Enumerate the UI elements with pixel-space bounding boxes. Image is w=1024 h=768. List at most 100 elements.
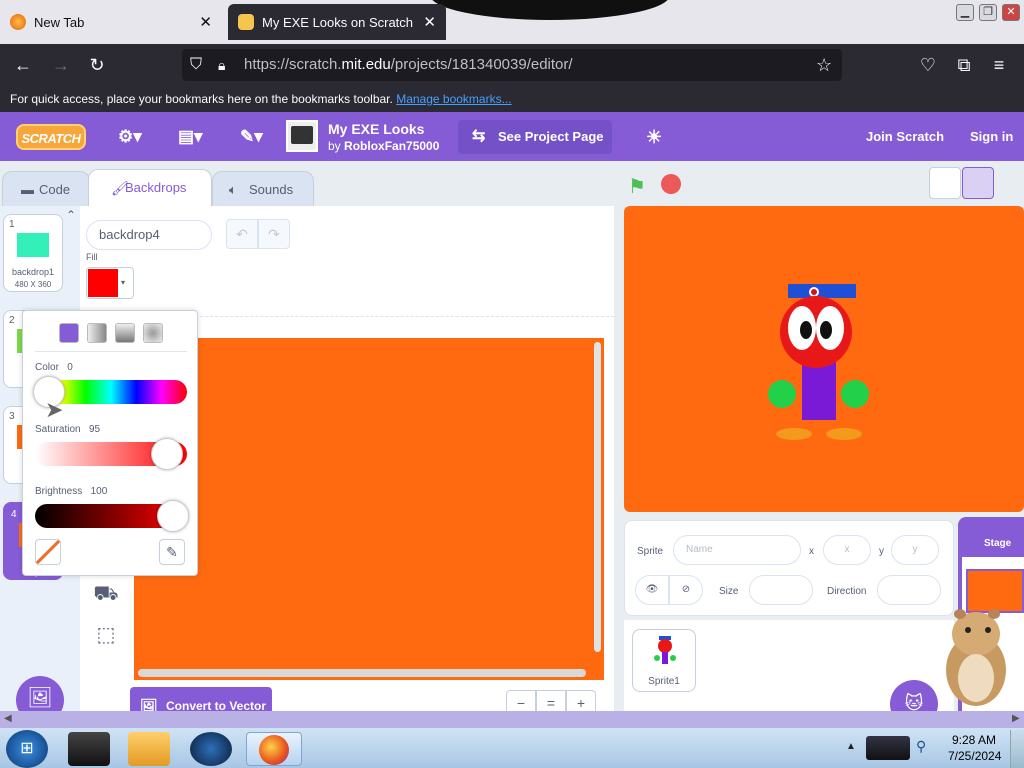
paint-canvas[interactable] [134,338,604,680]
brightness-slider-handle[interactable] [157,500,189,532]
size-input[interactable] [749,575,813,605]
sprite-left-hand [768,380,796,408]
project-thumbnail [286,120,318,152]
lightbulb-icon[interactable]: ☀ [646,124,662,150]
saturation-slider-handle[interactable] [151,438,183,470]
back-icon[interactable]: ← [10,52,36,78]
tab-title: My EXE Looks on Scratch [262,14,414,30]
green-flag-icon[interactable]: ⚑ [628,174,646,199]
x-label: x [809,546,814,557]
tab-scratch-project[interactable]: My EXE Looks on Scratch ✕ [228,4,446,40]
lock-icon[interactable]: 🔒︎ [218,49,225,81]
saturation-value: 95 [88,424,101,435]
url-domain: mit.edu [341,56,391,73]
undo-button[interactable]: ↶ [226,219,258,249]
address-bar[interactable]: ⛉ 🔒︎ https://scratch.mit.edu/projects/18… [182,49,842,81]
taskbar-app-globe[interactable] [190,732,232,766]
restore-button[interactable]: ❐ [979,4,997,21]
picker-divider [35,351,187,352]
sprite-name-input[interactable]: Name [673,535,801,565]
fill-type-solid[interactable] [59,323,79,343]
show-hidden-icons[interactable]: ▲ [846,741,856,752]
stop-icon[interactable] [661,174,681,194]
normal-stage-button[interactable] [962,167,994,199]
show-sprite-eye-icon[interactable]: 👁︎ [635,575,669,605]
saturation-label: Saturation [35,424,81,435]
edit-menu-icon[interactable]: ✎▾ [240,124,263,150]
bookmark-star-icon[interactable]: ☆ [816,49,832,81]
saturation-label-row: Saturation 95 [35,424,100,435]
sprite-tile[interactable]: Sprite1 [632,629,696,692]
minimize-button[interactable]: ▁ [956,4,974,21]
firefox-icon [259,735,289,765]
sprite-label: Sprite [637,546,664,557]
tab-code[interactable]: ▬ Code [2,171,90,207]
canvas-horizontal-scrollbar[interactable] [138,669,586,677]
project-title[interactable]: My EXE Looks [328,121,424,137]
join-scratch-link[interactable]: Join Scratch [866,129,944,144]
sprite-hat [788,284,856,298]
paintbrush-icon: 🖌︎ [111,180,129,196]
canvas-vertical-scrollbar[interactable] [594,342,601,652]
costume-name-input[interactable]: backdrop4 [86,220,212,250]
tab-backdrops[interactable]: 🖌︎ Backdrops [88,169,212,207]
tab-new-tab[interactable]: New Tab ✕ [0,4,222,40]
scroll-right-icon[interactable]: ▶ [1012,713,1020,724]
eyedropper-icon[interactable]: ✎ [159,539,185,565]
scroll-up-icon[interactable]: ⌃ [66,208,76,222]
color-label-row: Color 0 [35,362,73,373]
scratch-logo[interactable]: SCRATCH [16,124,86,150]
stage-panel-title: Stage [984,538,1012,549]
taskbar-app-media-player[interactable] [128,732,170,766]
backdrop-item[interactable]: 1 backdrop1 480 X 360 [3,214,63,292]
author-name[interactable]: RobloxFan75000 [344,139,439,153]
tab-sounds[interactable]: 🔈︎ Sounds [212,171,314,207]
page-horizontal-scrollbar[interactable]: ◀ ▶ [0,711,1024,728]
fill-type-vertical-gradient[interactable] [115,323,135,343]
x-input[interactable]: x [823,535,871,565]
taskbar-app-firefox[interactable] [246,732,302,766]
sign-in-link[interactable]: Sign in [970,129,1013,144]
select-tool-icon[interactable]: ⬚ [92,622,120,650]
fill-color-dropdown[interactable]: ▾ [86,267,134,299]
y-input[interactable]: y [891,535,939,565]
scroll-left-icon[interactable]: ◀ [4,713,12,724]
see-project-page-button[interactable]: ⇆ See Project Page [458,120,612,154]
tracking-shield-icon[interactable]: ⛉ [190,49,202,81]
extensions-icon[interactable]: ⧉ [951,52,977,78]
fill-type-radial-gradient[interactable] [143,323,163,343]
speaker-icon: 🔈︎ [229,182,237,197]
close-window-button[interactable]: ✕ [1002,4,1020,21]
sprite-thumbnail [654,636,676,664]
pocket-icon[interactable]: ♡ [915,52,941,78]
sprite-right-hand [841,380,869,408]
no-color-swatch[interactable] [35,539,61,565]
network-icon[interactable]: ⚲ [916,738,926,755]
show-desktop-button[interactable] [1010,730,1024,768]
color-label: Color [35,362,59,373]
system-clock[interactable]: 9:28 AM 7/25/2024 [948,732,1001,764]
tab-sounds-label: Sounds [249,182,294,197]
url-prefix: https://scratch. [244,56,342,73]
taskbar-app-terminal[interactable] [68,732,110,766]
scratch-menubar: SCRATCH ⚙▾ ▤▾ ✎▾ My EXE Looks by RobloxF… [0,112,1024,161]
manage-bookmarks-link[interactable]: Manage bookmarks... [396,92,511,106]
close-tab-icon[interactable]: ✕ [199,13,212,31]
reload-icon[interactable]: ↻ [84,52,110,78]
tray-app-icon[interactable] [866,736,910,760]
bookmarks-hint: For quick access, place your bookmarks h… [10,92,393,106]
backdrop-thumbnail [17,233,49,257]
fill-type-horizontal-gradient[interactable] [87,323,107,343]
fill-bucket-icon[interactable]: ⛟ [92,583,120,611]
forward-icon[interactable]: → [48,52,74,78]
start-button[interactable]: ⊞ [6,730,48,768]
settings-gear-icon[interactable]: ⚙▾ [118,124,142,150]
small-stage-button[interactable] [929,167,961,199]
redo-button[interactable]: ↷ [258,219,290,249]
stage[interactable] [624,206,1024,512]
hide-sprite-eye-icon[interactable]: ⊘ [669,575,703,605]
menu-icon[interactable]: ≡ [986,52,1012,78]
fill-color-swatch [88,269,118,297]
close-tab-icon[interactable]: ✕ [423,13,436,31]
file-menu-icon[interactable]: ▤▾ [178,124,203,150]
